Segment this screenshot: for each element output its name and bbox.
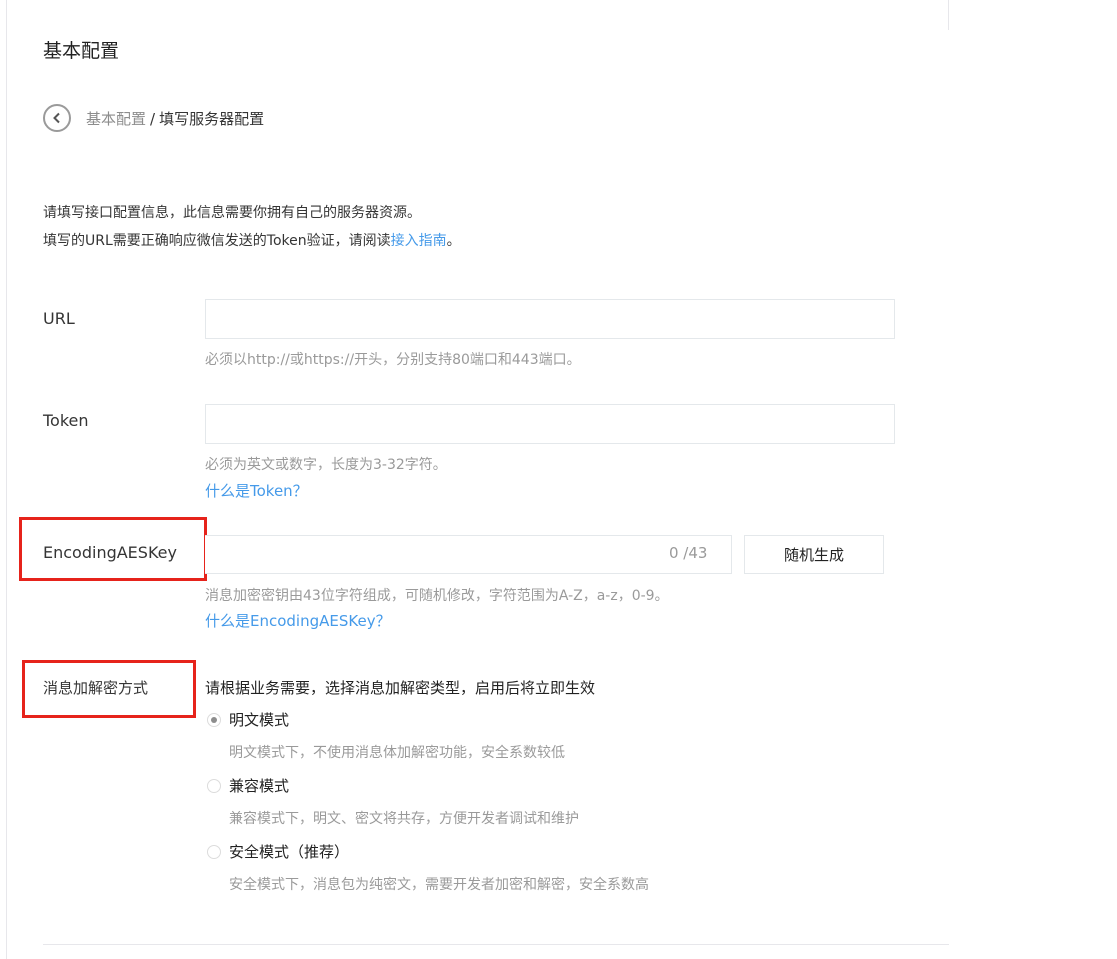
radio-unchecked-icon xyxy=(207,844,221,859)
intro-text: 填写的URL需要正确响应微信发送的Token验证，请阅读 xyxy=(43,233,391,249)
page-title: 基本配置 xyxy=(43,40,120,62)
right-border xyxy=(948,0,949,30)
intro-suffix: 。 xyxy=(446,233,461,249)
token-label: Token xyxy=(43,411,89,430)
url-label: URL xyxy=(43,309,75,328)
intro-line-2: 填写的URL需要正确响应微信发送的Token验证，请阅读接入指南。 xyxy=(43,230,461,250)
back-button[interactable] xyxy=(43,104,71,132)
generate-random-button[interactable]: 随机生成 xyxy=(744,535,884,574)
breadcrumb-current: 填写服务器配置 xyxy=(159,110,265,128)
radio-compatible-desc: 兼容模式下，明文、密文将共存，方便开发者调试和维护 xyxy=(229,811,579,827)
radio-compatible-label: 兼容模式 xyxy=(229,777,290,795)
aeskey-input[interactable] xyxy=(205,535,732,574)
radio-plaintext-desc: 明文模式下，不使用消息体加解密功能，安全系数较低 xyxy=(229,745,565,761)
radio-plaintext-mode[interactable]: 明文模式 xyxy=(207,709,289,730)
breadcrumb-separator: / xyxy=(150,110,156,128)
breadcrumb-parent[interactable]: 基本配置 xyxy=(86,110,146,128)
access-guide-link[interactable]: 接入指南 xyxy=(391,233,447,249)
chevron-left-icon xyxy=(53,112,60,124)
radio-plaintext-label: 明文模式 xyxy=(229,711,290,729)
token-tip: 必须为英文或数字，长度为3-32字符。 xyxy=(205,457,447,473)
bottom-divider xyxy=(43,944,949,945)
radio-unchecked-icon xyxy=(207,778,221,793)
url-input[interactable] xyxy=(205,299,895,339)
left-border xyxy=(6,0,7,959)
radio-checked-icon xyxy=(207,712,221,727)
radio-safe-mode[interactable]: 安全模式（推荐） xyxy=(207,841,349,862)
radio-safe-label: 安全模式（推荐） xyxy=(229,843,350,861)
url-tip: 必须以http://或https://开头，分别支持80端口和443端口。 xyxy=(205,352,581,368)
radio-compatible-mode[interactable]: 兼容模式 xyxy=(207,775,289,796)
encrypt-mode-description: 请根据业务需要，选择消息加解密类型，启用后将立即生效 xyxy=(205,679,596,697)
token-input[interactable] xyxy=(205,404,895,444)
aeskey-help-link[interactable]: 什么是EncodingAESKey？ xyxy=(205,610,391,631)
aeskey-tip: 消息加密密钥由43位字符组成，可随机修改，字符范围为A-Z，a-z，0-9。 xyxy=(205,588,669,604)
encrypt-mode-label: 消息加解密方式 xyxy=(43,679,149,697)
aeskey-counter: 0 /43 xyxy=(669,544,708,562)
aeskey-label: EncodingAESKey xyxy=(43,543,177,562)
radio-safe-desc: 安全模式下，消息包为纯密文，需要开发者加密和解密，安全系数高 xyxy=(229,877,649,893)
intro-line-1: 请填写接口配置信息，此信息需要你拥有自己的服务器资源。 xyxy=(43,205,421,221)
breadcrumb: 基本配置 / 填写服务器配置 xyxy=(86,108,264,129)
token-help-link[interactable]: 什么是Token？ xyxy=(205,480,308,501)
